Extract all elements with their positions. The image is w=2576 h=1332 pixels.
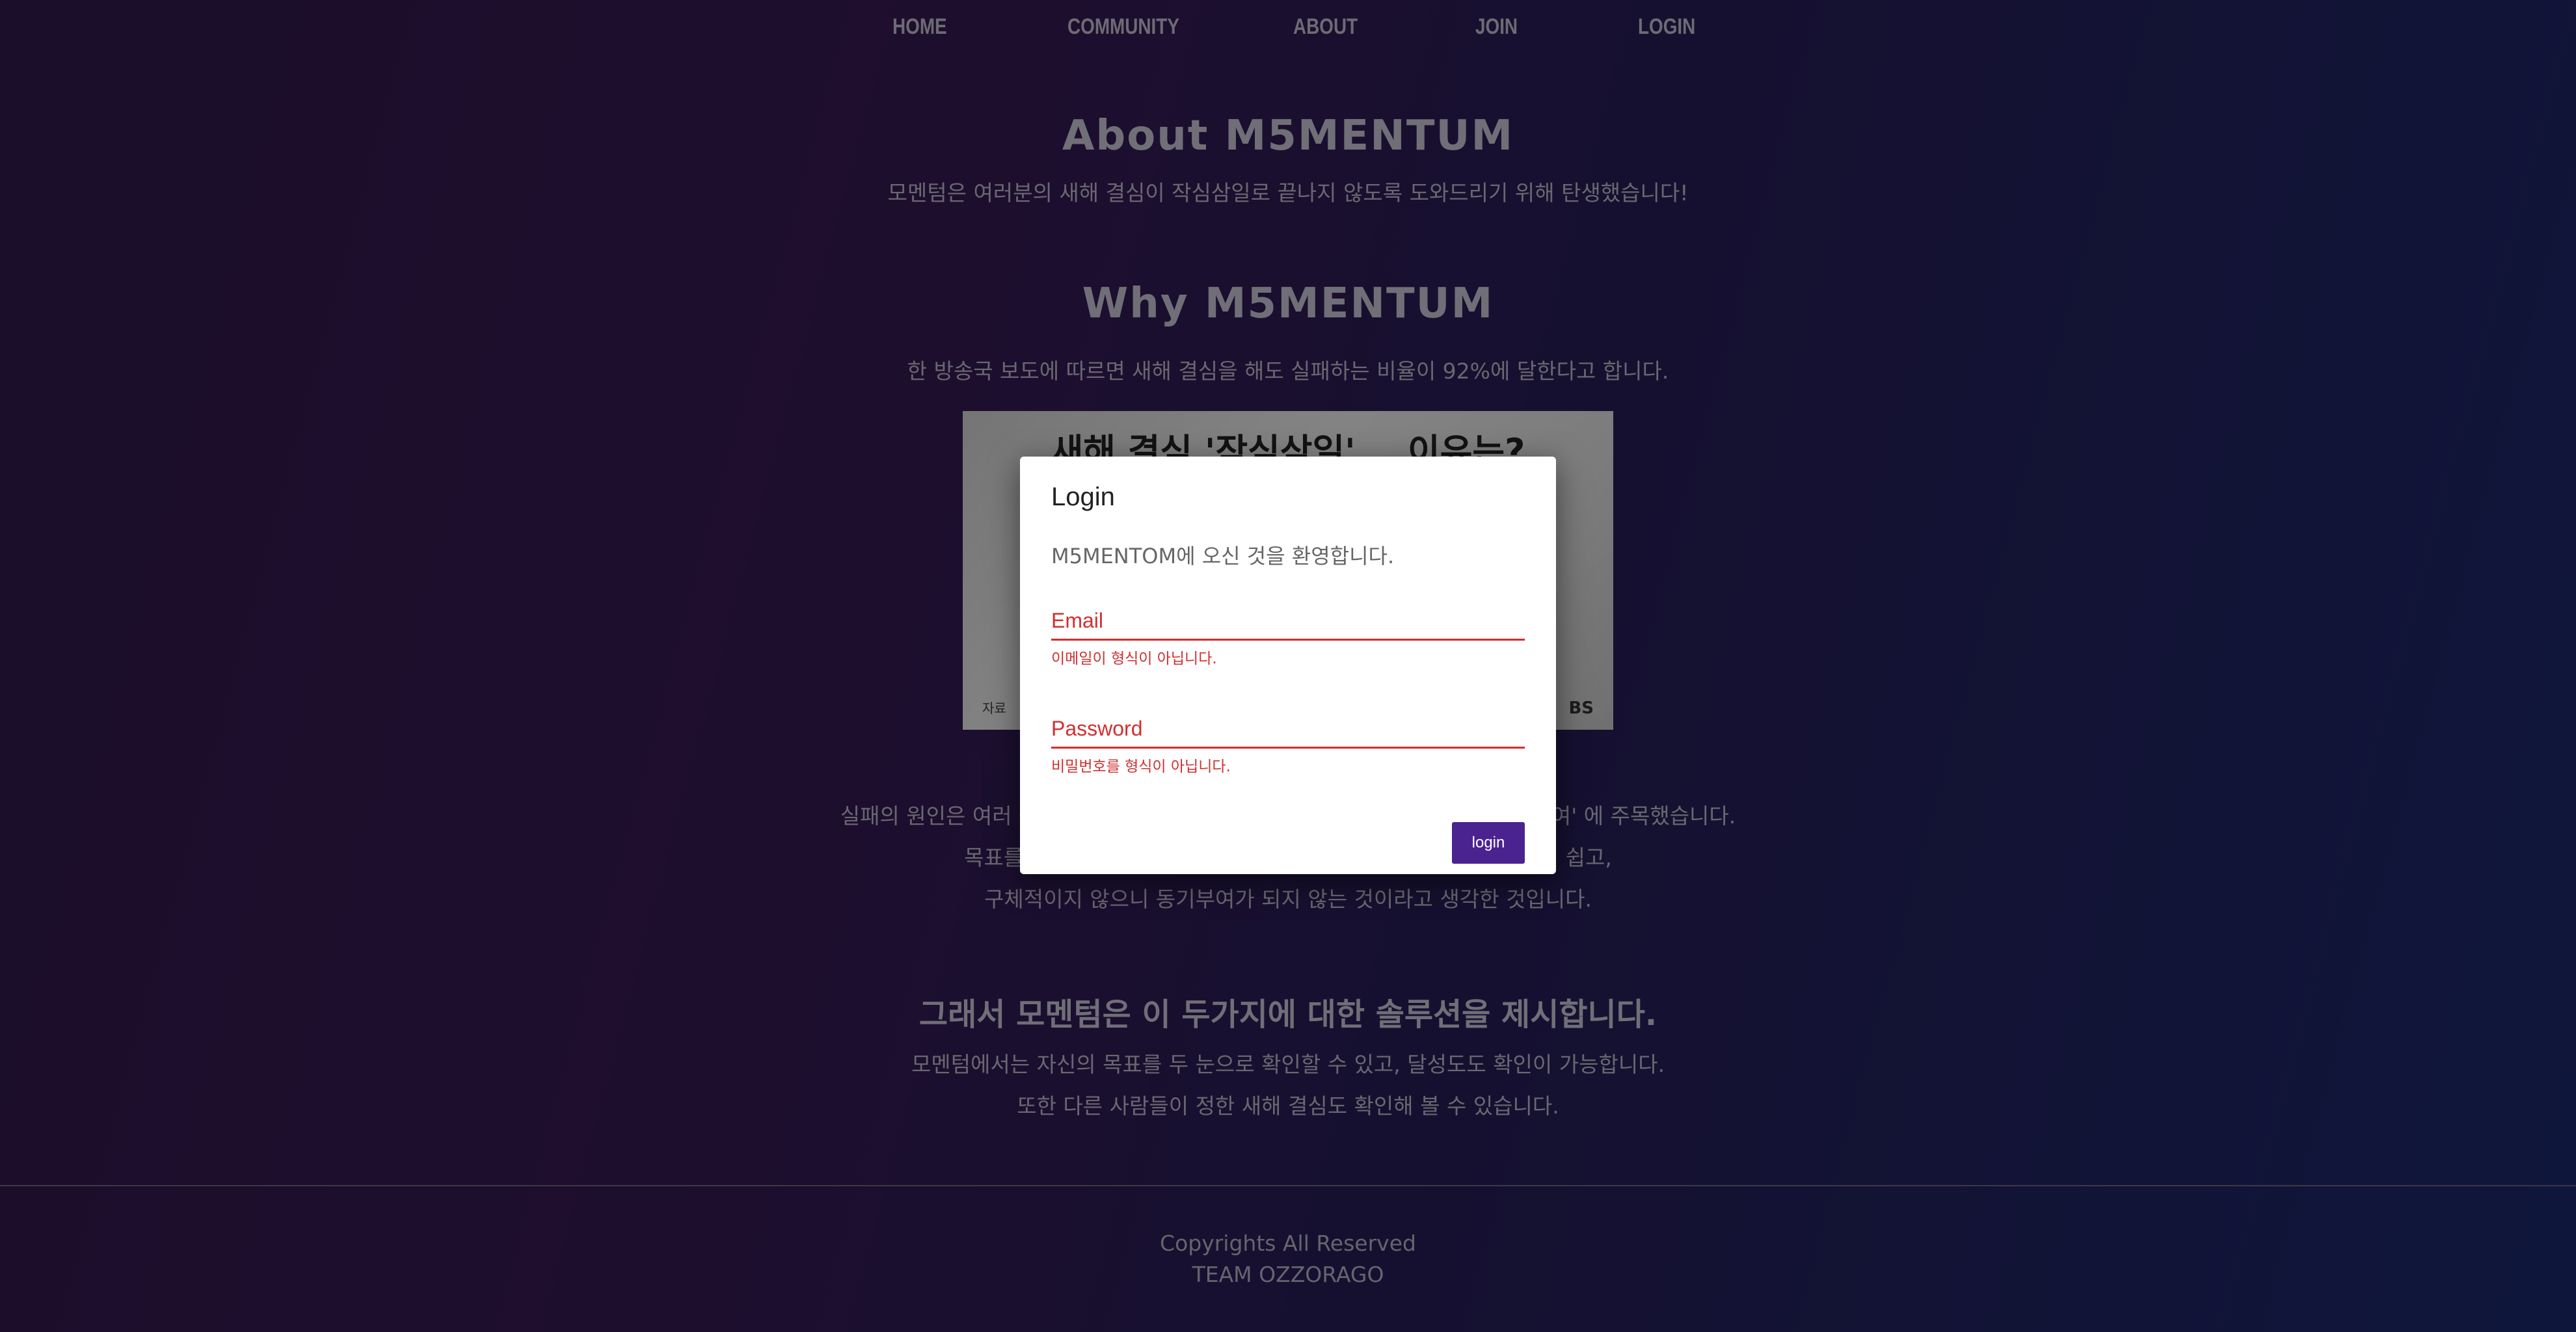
password-input[interactable] — [1051, 710, 1525, 749]
email-error-text: 이메일이 형식이 아닙니다. — [1051, 650, 1217, 667]
password-error-text: 비밀번호를 형식이 아닙니다. — [1051, 758, 1231, 775]
password-field: 비밀번호를 형식이 아닙니다. — [1051, 710, 1525, 776]
login-dialog-title: Login — [1051, 483, 1115, 511]
email-input[interactable] — [1051, 602, 1525, 641]
login-dialog: Login M5MENTOM에 오신 것을 환영합니다. 이메일이 형식이 아닙… — [1020, 457, 1556, 874]
email-field: 이메일이 형식이 아닙니다. — [1051, 602, 1525, 668]
login-submit-button[interactable]: login — [1452, 822, 1525, 864]
login-welcome-text: M5MENTOM에 오신 것을 환영합니다. — [1051, 544, 1395, 568]
